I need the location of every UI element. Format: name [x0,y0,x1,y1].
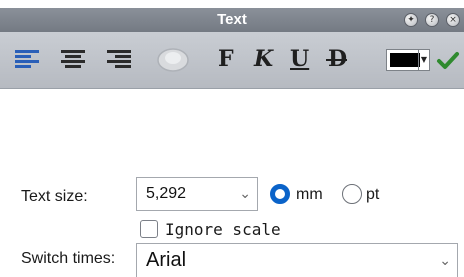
text-size-combobox[interactable]: 5,292 ⌄ [136,177,258,211]
chevron-down-icon: ▼ [418,50,429,70]
text-size-value: 5,292 [146,185,187,202]
align-left-icon[interactable] [14,46,40,72]
window-title: Text [217,11,247,28]
title-bar: Text ✦ ? × [0,8,464,32]
ignore-scale-checkbox[interactable] [140,220,158,238]
text-size-label: Text size: [21,188,88,205]
font-icon[interactable] [156,44,190,72]
checkmark-icon[interactable] [436,50,460,76]
switch-times-combobox[interactable]: Arial ⌄ [136,243,458,277]
formatting-toolbar: F K U D ▼ [0,32,464,89]
chevron-down-icon: ⌄ [439,253,451,269]
chevron-down-icon: ⌄ [239,186,251,202]
pt-label: pt [366,186,380,203]
text-color-picker[interactable]: ▼ [386,49,430,71]
close-icon[interactable]: × [446,13,460,27]
mm-label: mm [296,186,323,203]
underline-button[interactable]: U [290,46,309,72]
align-right-icon[interactable] [106,46,132,72]
help-icon[interactable]: ? [425,13,439,27]
mm-radio[interactable] [270,184,290,204]
pin-icon[interactable]: ✦ [404,13,418,27]
pt-radio[interactable] [342,184,362,204]
switch-times-label: Switch times: [21,250,116,267]
bold-button[interactable]: F [218,46,234,72]
italic-button[interactable]: K [254,46,273,72]
strikethrough-button[interactable]: D [326,46,347,72]
ignore-scale-label: Ignore scale [165,220,281,239]
align-center-icon[interactable] [60,46,86,72]
color-swatch [390,53,420,67]
switch-times-value: Arial [146,249,187,271]
